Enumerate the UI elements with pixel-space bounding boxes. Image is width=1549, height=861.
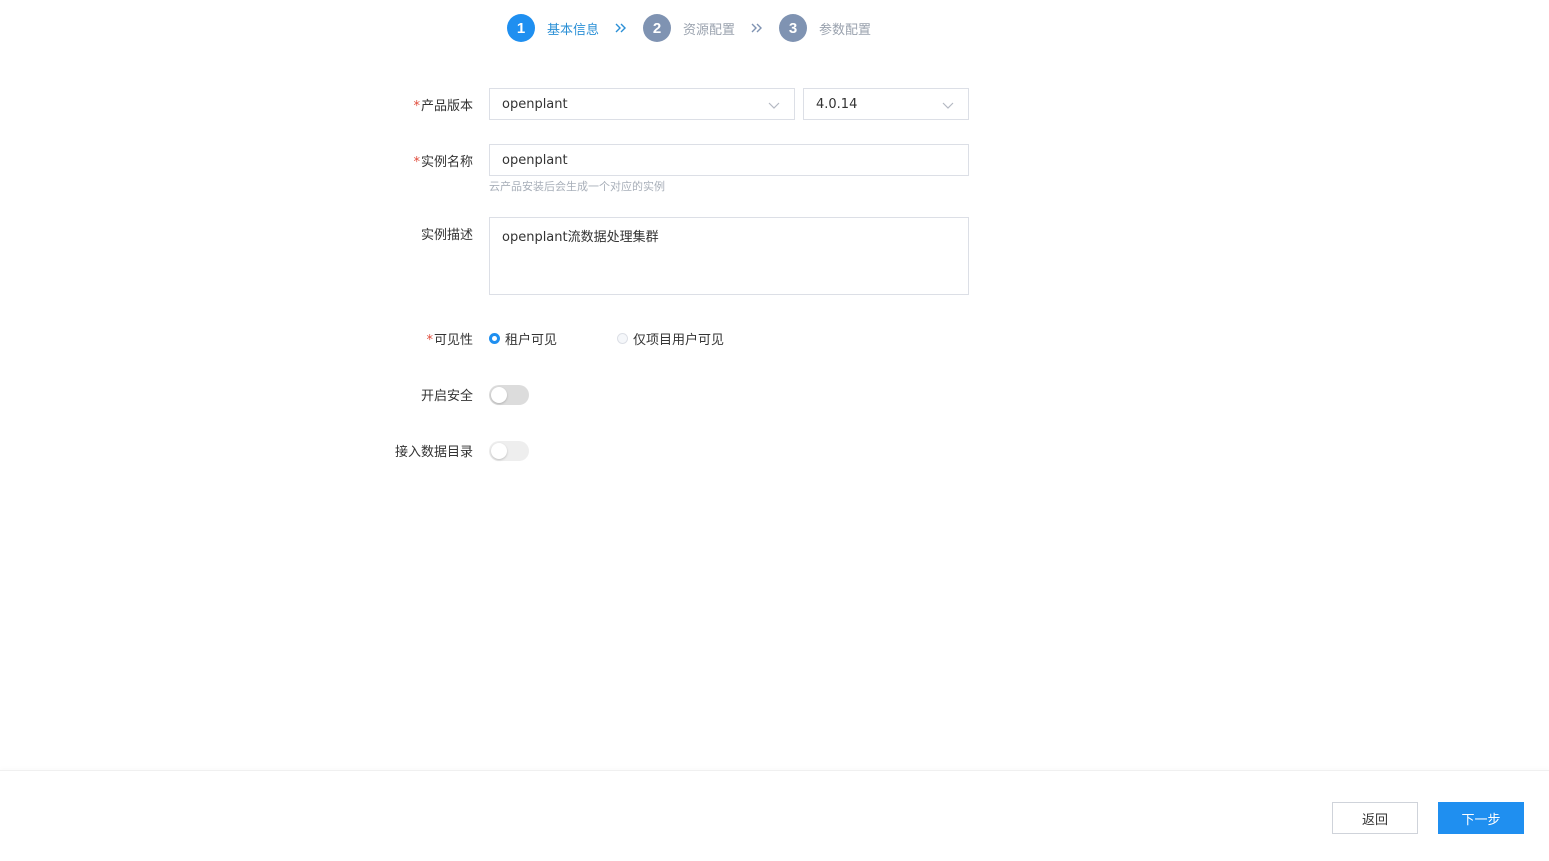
radio-unchecked-icon (617, 333, 628, 344)
double-chevron-right-icon (599, 23, 643, 33)
instance-name-label: *实例名称 (413, 155, 473, 170)
step-2-number: 2 (643, 14, 672, 42)
required-mark: * (413, 155, 420, 170)
radio-project-users-visible-label: 仅项目用户可见 (633, 333, 725, 348)
product-version-label: *产品版本 (413, 99, 473, 114)
data-catalog-label: 接入数据目录 (394, 445, 473, 460)
required-mark: * (426, 333, 433, 348)
step-3[interactable]: 3 参数配置 (779, 14, 871, 42)
chevron-down-icon (768, 99, 780, 114)
steps-bar: 1 基本信息 2 资源配置 3 参数配置 (507, 13, 871, 43)
step-1-label: 基本信息 (547, 22, 600, 38)
instance-name-value: openplant (502, 152, 568, 168)
product-select-value: openplant (502, 96, 568, 112)
step-2[interactable]: 2 资源配置 (643, 14, 735, 42)
radio-checked-icon (489, 333, 500, 344)
instance-desc-textarea[interactable]: openplant流数据处理集群 (489, 217, 969, 295)
step-1[interactable]: 1 基本信息 (507, 14, 599, 42)
step-1-number: 1 (507, 14, 535, 42)
enable-security-switch[interactable] (489, 385, 529, 405)
switch-knob (491, 443, 507, 459)
step-3-label: 参数配置 (819, 22, 872, 38)
double-chevron-right-icon (735, 23, 779, 33)
radio-project-users-visible[interactable]: 仅项目用户可见 (617, 329, 724, 348)
radio-tenant-visible[interactable]: 租户可见 (489, 329, 557, 348)
instance-name-hint: 云产品安装后会生成一个对应的实例 (489, 180, 665, 193)
back-button[interactable]: 返回 (1332, 802, 1418, 834)
page: 1 基本信息 2 资源配置 3 参数配置 *产品版本 openplant 4.0… (0, 0, 1549, 861)
version-select[interactable]: 4.0.14 (803, 88, 969, 120)
version-select-value: 4.0.14 (816, 96, 858, 112)
next-button[interactable]: 下一步 (1438, 802, 1524, 834)
chevron-down-icon (942, 99, 954, 114)
visibility-label: *可见性 (426, 333, 473, 348)
step-3-number: 3 (779, 14, 808, 42)
footer-bar: 返回 下一步 (0, 770, 1549, 861)
switch-knob (491, 387, 507, 403)
required-mark: * (413, 99, 420, 114)
instance-desc-value: openplant流数据处理集群 (502, 230, 659, 245)
enable-security-label: 开启安全 (420, 389, 473, 404)
step-2-label: 资源配置 (683, 22, 736, 38)
data-catalog-switch[interactable] (489, 441, 529, 461)
radio-tenant-visible-label: 租户可见 (505, 333, 558, 348)
instance-name-input[interactable]: openplant (489, 144, 969, 176)
product-select[interactable]: openplant (489, 88, 795, 120)
instance-desc-label: 实例描述 (420, 228, 473, 243)
